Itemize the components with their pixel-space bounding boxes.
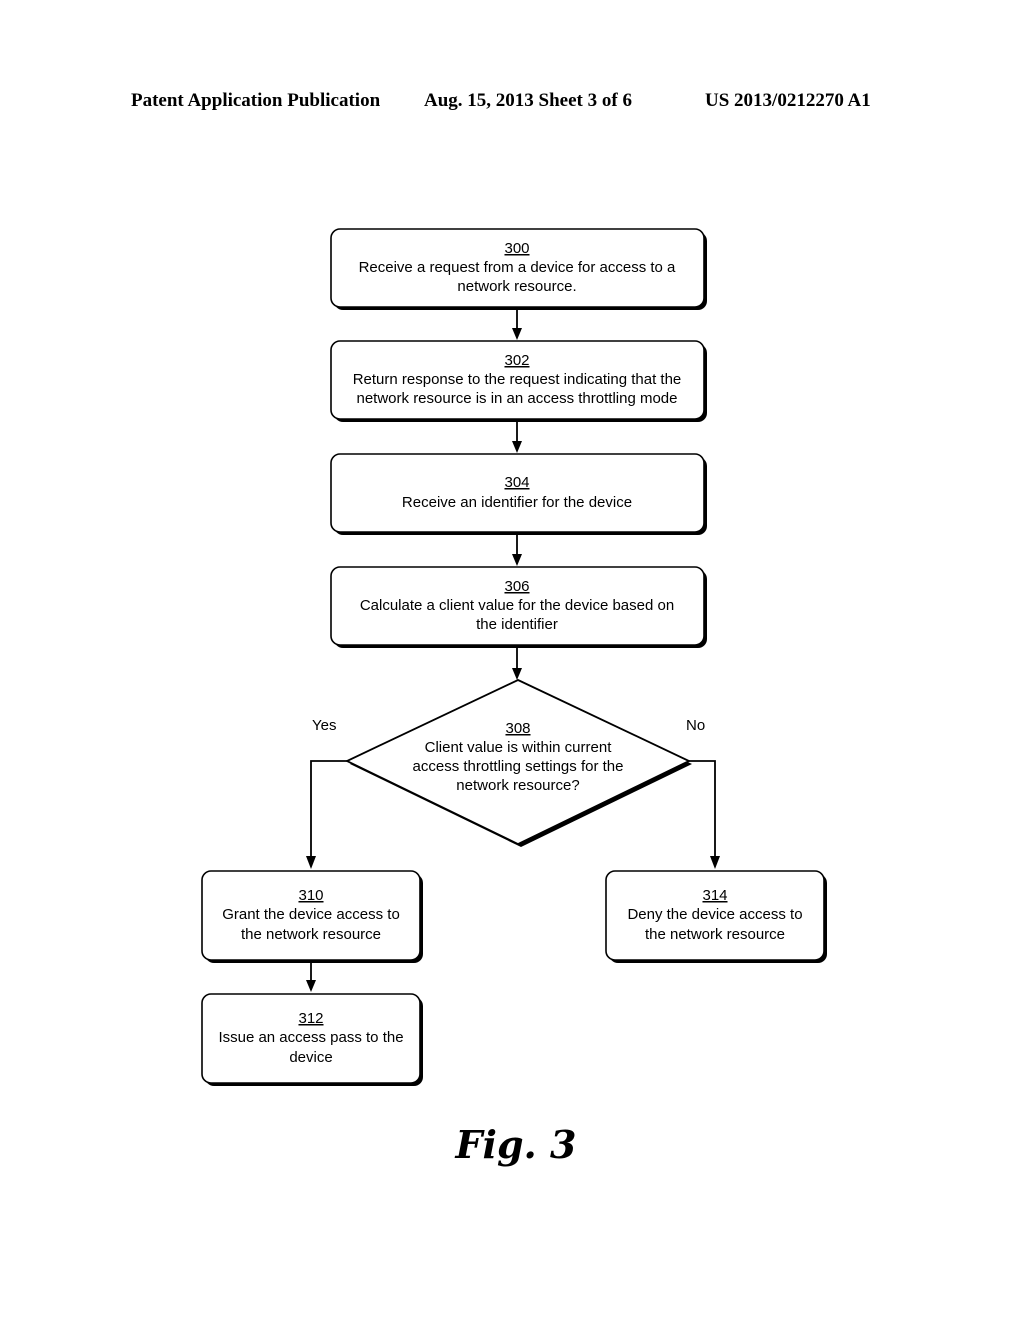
step-308-line-2: access throttling settings for the	[413, 758, 624, 775]
step-314-box: 314 Deny the device access to the networ…	[605, 870, 827, 963]
step-300-box: 300 Receive a request from a device for …	[330, 228, 707, 310]
step-310-line-2: the network resource	[241, 926, 381, 943]
step-306-line-1: Calculate a client value for the device …	[360, 597, 674, 614]
branch-no-label: No	[686, 717, 705, 734]
step-308-line-3: network resource?	[456, 777, 579, 794]
step-308-line-1: Client value is within current	[425, 739, 613, 756]
step-314-line-1: Deny the device access to	[627, 906, 802, 923]
step-312-line-2: device	[289, 1049, 332, 1066]
figure-label: Fig. 3	[455, 1122, 577, 1167]
arrow-308-yes-to-310	[306, 760, 347, 869]
arrow-310-to-312	[306, 963, 316, 992]
step-304-line-1: Receive an identifier for the device	[402, 494, 632, 511]
step-308-decision: 308 Client value is within current acces…	[344, 679, 692, 847]
step-300-line-2: network resource.	[457, 278, 576, 295]
step-310-box: 310 Grant the device access to the netwo…	[201, 870, 423, 963]
arrow-308-no-to-314	[689, 760, 720, 869]
step-312-line-1: Issue an access pass to the	[218, 1029, 403, 1046]
arrow-302-to-304	[512, 422, 522, 453]
step-310-number: 310	[298, 887, 323, 904]
step-310-line-1: Grant the device access to	[222, 906, 400, 923]
step-304-number: 304	[504, 474, 529, 491]
step-302-number: 302	[504, 352, 529, 369]
step-302-line-2: network resource is in an access throttl…	[357, 390, 678, 407]
arrow-304-to-306	[512, 535, 522, 566]
step-312-number: 312	[298, 1010, 323, 1027]
step-302-box: 302 Return response to the request indic…	[330, 340, 707, 422]
flowchart: 300 Receive a request from a device for …	[201, 228, 827, 1167]
step-306-number: 306	[504, 578, 529, 595]
step-308-number: 308	[505, 720, 530, 737]
step-300-number: 300	[504, 240, 529, 257]
step-314-line-2: the network resource	[645, 926, 785, 943]
step-306-box: 306 Calculate a client value for the dev…	[330, 566, 707, 648]
branch-yes-label: Yes	[312, 717, 336, 734]
step-306-line-2: the identifier	[476, 616, 558, 633]
arrow-300-to-302	[512, 310, 522, 340]
step-304-box: 304 Receive an identifier for the device	[330, 453, 707, 535]
step-314-number: 314	[702, 887, 727, 904]
step-302-line-1: Return response to the request indicatin…	[353, 371, 682, 388]
arrow-306-to-308	[512, 648, 522, 680]
step-300-line-1: Receive a request from a device for acce…	[359, 259, 676, 276]
step-312-box: 312 Issue an access pass to the device	[201, 993, 423, 1086]
